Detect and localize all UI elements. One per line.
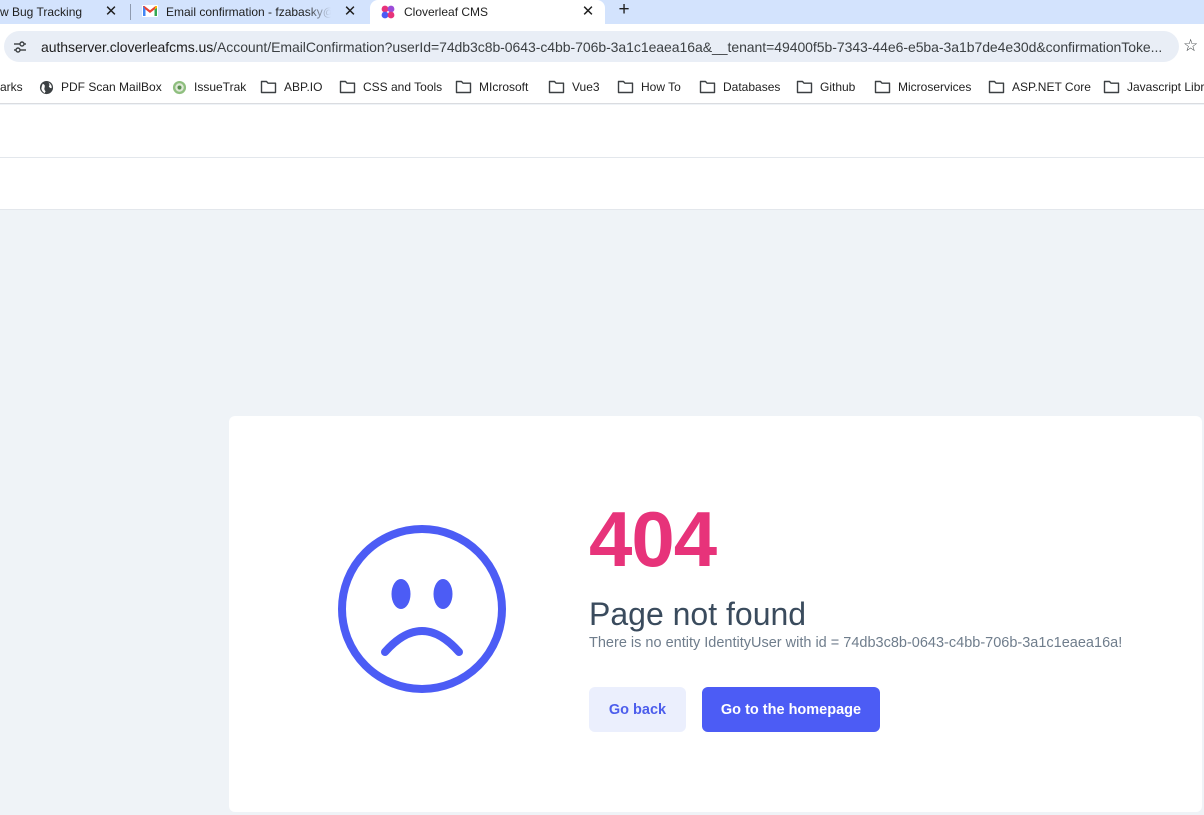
bookmark-folder[interactable]: Microservices (874, 76, 971, 98)
folder-icon (796, 80, 813, 94)
bookmark-label: PDF Scan MailBox (61, 80, 162, 94)
bookmark-label: MIcrosoft (479, 80, 529, 94)
bookmark-label: IssueTrak (194, 80, 247, 94)
close-icon[interactable]: ✕ (102, 2, 120, 20)
bookmark-folder[interactable]: Vue3 (548, 76, 600, 98)
tab-email-confirmation[interactable]: Email confirmation - fzabasky@ ✕ (131, 0, 371, 24)
error-message: There is no entity IdentityUser with id … (589, 635, 1123, 651)
folder-icon (617, 80, 634, 94)
globe-icon (39, 80, 54, 94)
bookmark-label: Vue3 (572, 80, 600, 94)
bookmark-folder[interactable]: Javascript Libra (1103, 76, 1204, 98)
folder-icon (699, 80, 716, 94)
bookmark-folder[interactable]: CSS and Tools (339, 76, 442, 98)
folder-icon (260, 80, 277, 94)
bookmark-item[interactable]: IssueTrak (172, 76, 246, 98)
bookmark-label: Javascript Libra (1127, 80, 1204, 94)
sad-face-icon (338, 525, 506, 693)
bookmark-label: ASP.NET Core (1012, 80, 1091, 94)
error-title: Page not found (589, 596, 807, 632)
bookmark-label: ABP.IO (284, 80, 323, 94)
bookmark-label: arks (0, 80, 23, 94)
page-subheader (0, 158, 1204, 210)
bookmark-label: CSS and Tools (363, 80, 443, 94)
gmail-icon (142, 5, 158, 17)
url-host: authserver.cloverleafcms.us (41, 39, 214, 55)
bookmark-label: Databases (723, 80, 781, 94)
bookmark-item[interactable]: arks (0, 76, 23, 98)
close-icon[interactable]: ✕ (341, 2, 359, 20)
tab-cloverleaf-cms[interactable]: Cloverleaf CMS ✕ (370, 0, 605, 27)
folder-icon (988, 80, 1005, 94)
bookmark-item[interactable]: PDF Scan MailBox (39, 76, 162, 98)
folder-icon (455, 80, 472, 94)
tab-title: w Bug Tracking (0, 5, 83, 19)
new-tab-button[interactable]: + (614, 0, 634, 20)
browser-toolbar: authserver.cloverleafcms.us/Account/Emai… (0, 24, 1204, 70)
address-bar[interactable]: authserver.cloverleafcms.us/Account/Emai… (4, 31, 1179, 62)
bookmark-folder[interactable]: Databases (699, 76, 780, 98)
tab-title: Email confirmation - fzabasky@ (166, 5, 331, 19)
folder-icon (1103, 80, 1120, 94)
folder-icon (548, 80, 565, 94)
tab-bug-tracking[interactable]: w Bug Tracking ✕ (0, 0, 130, 24)
bookmark-folder[interactable]: ASP.NET Core (988, 76, 1091, 98)
site-settings-icon[interactable] (12, 39, 28, 55)
close-icon[interactable]: ✕ (579, 2, 597, 20)
error-code: 404 (589, 495, 717, 583)
cloverleaf-icon (381, 5, 395, 19)
error-card: 404 Page not found There is no entity Id… (229, 416, 1202, 812)
bookmarks-bar: arks PDF Scan MailBox IssueTrak ABP.IO C… (0, 70, 1204, 104)
url-text[interactable]: authserver.cloverleafcms.us/Account/Emai… (41, 39, 1176, 55)
bookmark-folder[interactable]: Github (796, 76, 855, 98)
bookmark-folder[interactable]: How To (617, 76, 681, 98)
bookmark-label: Microservices (898, 80, 972, 94)
folder-icon (874, 80, 891, 94)
go-back-button[interactable]: Go back (589, 687, 686, 732)
url-path: /Account/EmailConfirmation?userId=74db3c… (213, 39, 1163, 55)
issuetrak-icon (172, 80, 187, 94)
bookmark-star-icon[interactable]: ☆ (1183, 37, 1201, 55)
bookmark-label: How To (641, 80, 681, 94)
go-to-homepage-button[interactable]: Go to the homepage (702, 687, 880, 732)
bookmark-folder[interactable]: MIcrosoft (455, 76, 528, 98)
bookmark-folder[interactable]: ABP.IO (260, 76, 322, 98)
folder-icon (339, 80, 356, 94)
tab-strip: w Bug Tracking ✕ Email confirmation - fz… (0, 0, 1204, 27)
bookmark-label: Github (820, 80, 856, 94)
tab-title: Cloverleaf CMS (404, 5, 489, 19)
page-header (0, 105, 1204, 158)
